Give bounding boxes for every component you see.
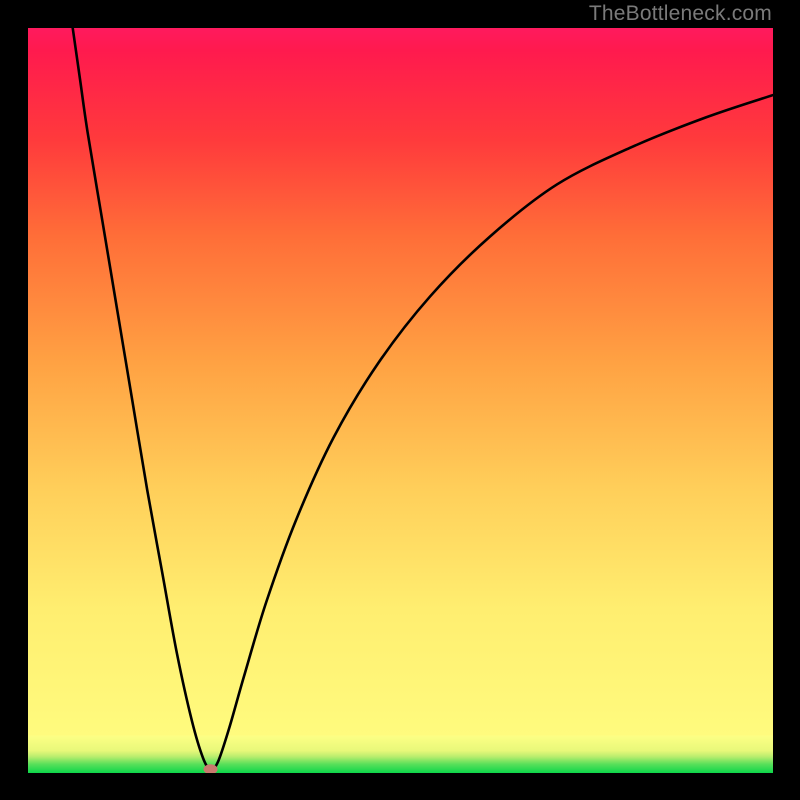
chart-frame: TheBottleneck.com [0, 0, 800, 800]
plot-area [28, 28, 773, 773]
watermark-text: TheBottleneck.com [589, 0, 772, 28]
curve-layer [28, 28, 773, 773]
bottleneck-curve [73, 28, 773, 769]
